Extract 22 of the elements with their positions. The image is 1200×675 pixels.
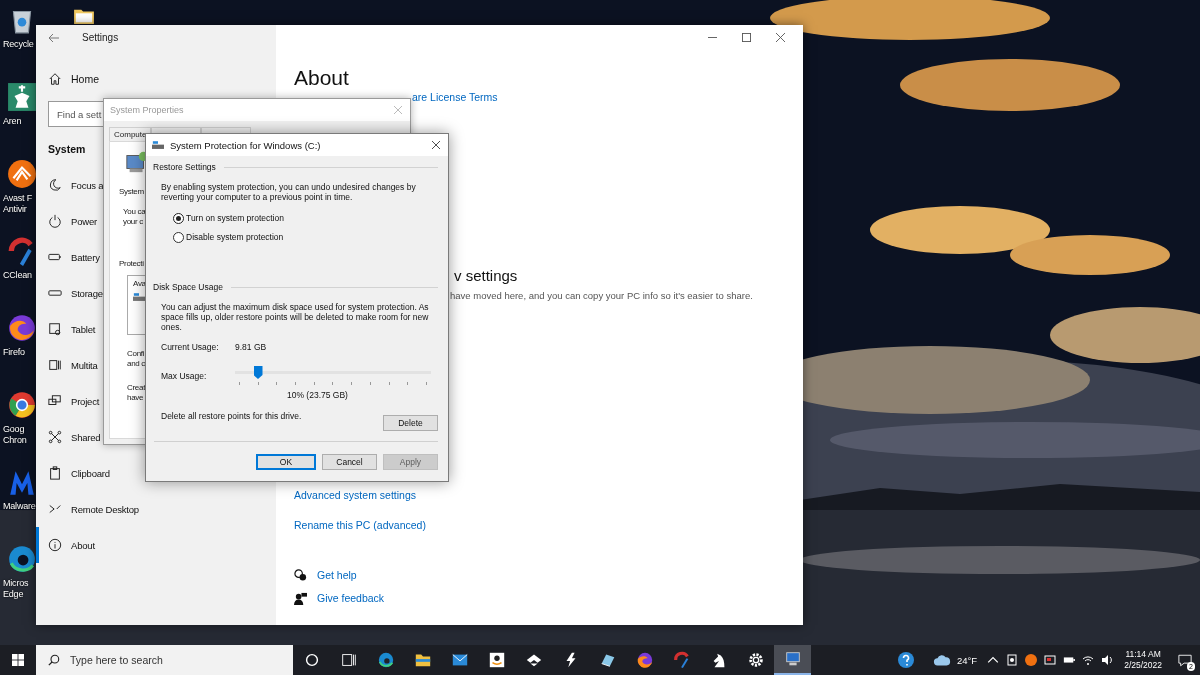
group-label: Disk Space Usage xyxy=(153,281,223,293)
group-label: System xyxy=(119,187,144,197)
description-text: Delete all restore points for this drive. xyxy=(161,411,302,421)
usage-value: 9.81 GB xyxy=(235,342,267,352)
group-label: Restore Settings xyxy=(153,161,216,173)
window-title: Settings xyxy=(82,32,119,43)
list-header: Ava xyxy=(133,279,146,289)
section-heading: v settings xyxy=(454,267,518,285)
description-text: You can adjust the maximum disk space used for system protection. As space fills up, older restore points will be deleted to make room for new ones. xyxy=(161,302,430,332)
section-heading: System xyxy=(48,142,86,157)
window-title: System Properties xyxy=(110,105,184,115)
description-text: You ca your c xyxy=(123,207,146,227)
description-text: Confi and c xyxy=(127,349,146,369)
group-label: Protecti xyxy=(119,259,144,269)
field-label: Current Usage: xyxy=(161,342,220,352)
description-text: Creat have xyxy=(127,383,146,403)
window-title: System Protection for Windows (C:) xyxy=(170,139,322,151)
field-label: Max Usage: xyxy=(161,371,208,381)
description-text: have moved here, and you can copy your PC info so it's easier to share. xyxy=(450,289,753,302)
page-title: About xyxy=(294,66,349,90)
usage-reading: 10% (23.75 GB) xyxy=(287,389,349,401)
description-text: By enabling system protection, you can undo undesired changes by reverting your computer to a previous point in time. xyxy=(161,182,417,202)
